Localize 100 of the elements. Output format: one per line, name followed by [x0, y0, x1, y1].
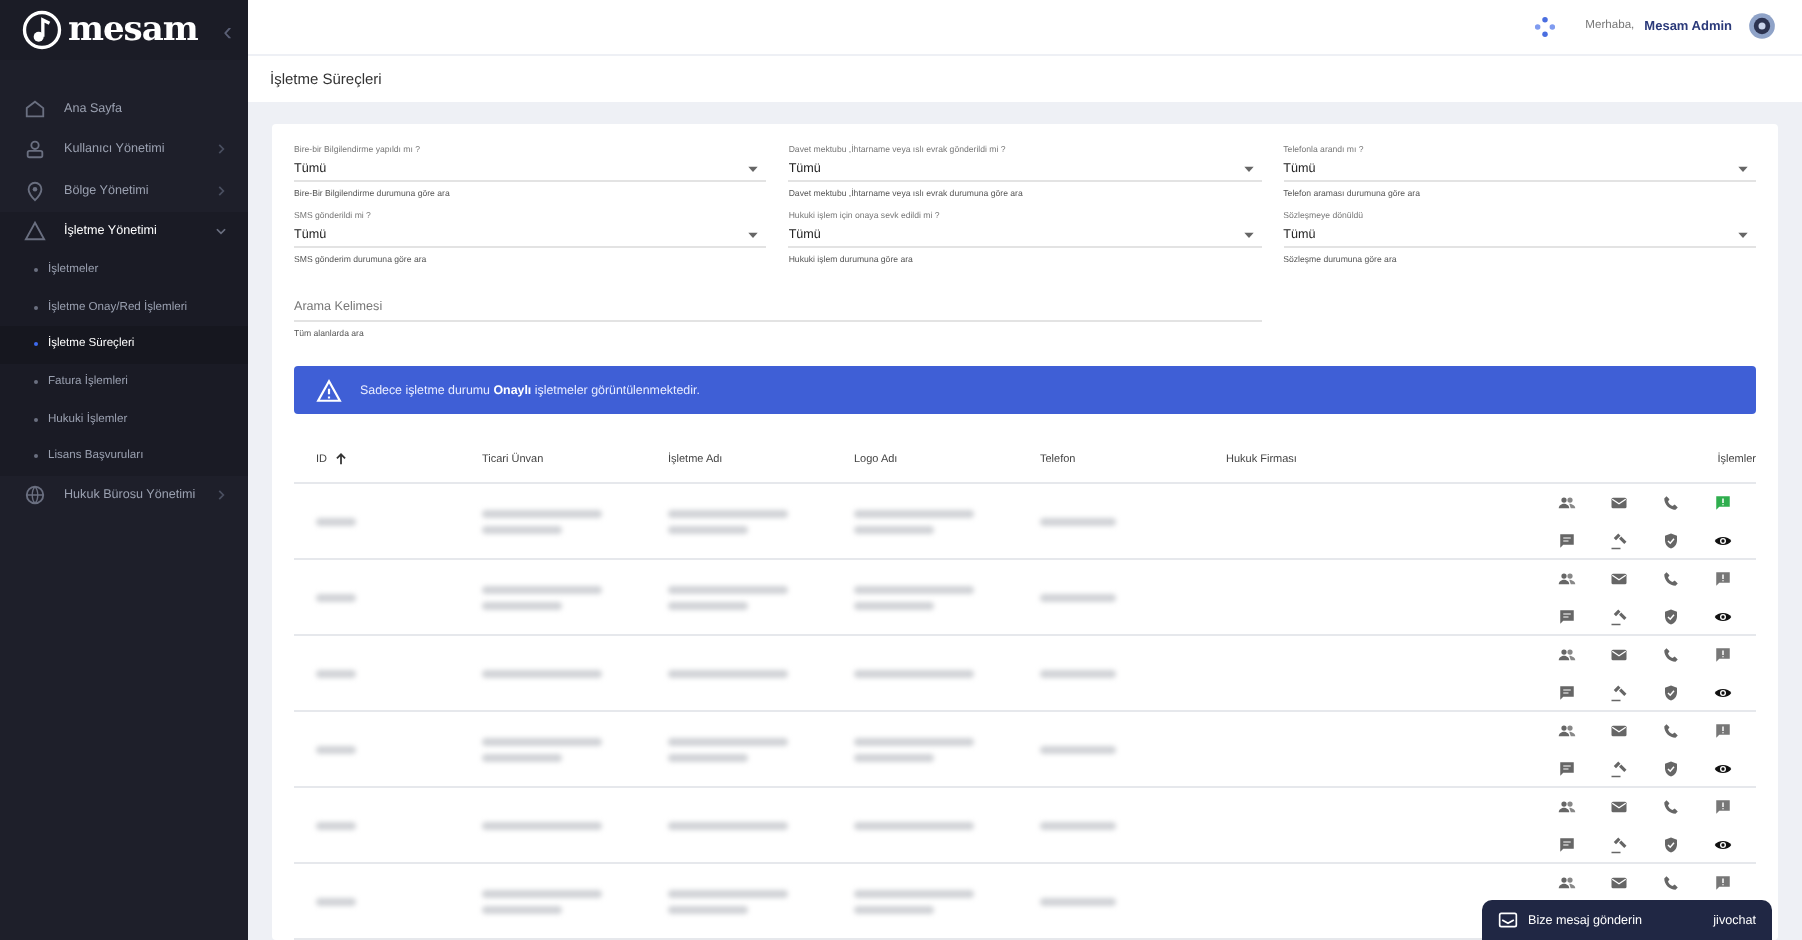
blurred-text: [316, 669, 356, 677]
avatar-icon: [1748, 12, 1776, 41]
blurred-text: [854, 821, 974, 829]
blurred-text: [854, 889, 974, 897]
up-arrow-icon: [333, 452, 347, 466]
blurred-text: [482, 821, 602, 829]
mail-icon[interactable]: [1609, 722, 1627, 740]
blurred-text: [668, 753, 748, 761]
people-icon[interactable]: [1557, 722, 1575, 740]
gavel-icon[interactable]: [1609, 608, 1627, 626]
people-icon[interactable]: [1557, 494, 1575, 512]
eye-icon[interactable]: [1713, 684, 1731, 702]
user-icon: [24, 138, 46, 161]
gavel-icon[interactable]: [1609, 532, 1627, 550]
mail-icon[interactable]: [1609, 798, 1627, 816]
chat-icon[interactable]: [1557, 760, 1575, 778]
blurred-text: [854, 509, 974, 517]
blurred-text: [854, 905, 934, 913]
phone-icon[interactable]: [1661, 646, 1679, 664]
feedback-icon[interactable]: [1713, 570, 1731, 588]
blurred-text: [482, 753, 562, 761]
shield-icon[interactable]: [1661, 608, 1679, 626]
people-icon[interactable]: [1557, 570, 1575, 588]
blurred-text: [482, 601, 562, 609]
blurred-text: [482, 737, 602, 745]
blurred-text: [1040, 517, 1116, 525]
mail-icon[interactable]: [1609, 874, 1627, 892]
feedback-icon[interactable]: [1713, 722, 1731, 740]
chevron-right-icon: [214, 142, 228, 157]
blurred-text: [482, 525, 562, 533]
mail-icon[interactable]: [1609, 570, 1627, 588]
dropdown-arrow-icon: [746, 227, 761, 241]
message-icon: [1498, 910, 1518, 930]
blurred-text: [1040, 745, 1116, 753]
blurred-text: [854, 601, 934, 609]
blurred-text: [316, 517, 356, 525]
blurred-text: [668, 889, 788, 897]
blurred-text: [854, 585, 974, 593]
chat-icon[interactable]: [1557, 684, 1575, 702]
eye-icon[interactable]: [1713, 836, 1731, 854]
blurred-text: [482, 669, 602, 677]
blurred-text: [668, 525, 748, 533]
dropdown-arrow-icon: [1241, 161, 1256, 175]
phone-icon[interactable]: [1661, 722, 1679, 740]
eye-icon[interactable]: [1713, 760, 1731, 778]
eye-icon[interactable]: [1713, 532, 1731, 550]
dropdown-arrow-icon: [1735, 161, 1750, 175]
blurred-text: [482, 509, 602, 517]
people-icon[interactable]: [1557, 874, 1575, 892]
chat-icon[interactable]: [1557, 532, 1575, 550]
people-icon[interactable]: [1557, 646, 1575, 664]
dropdown-arrow-icon: [1735, 227, 1750, 241]
blurred-text: [316, 897, 356, 905]
blurred-text: [668, 669, 788, 677]
logo-text: mesam: [68, 10, 198, 50]
mail-icon[interactable]: [1609, 646, 1627, 664]
blurred-text: [316, 593, 356, 601]
feedback-icon[interactable]: [1713, 646, 1731, 664]
chevron-down-icon: [214, 224, 228, 239]
phone-icon[interactable]: [1661, 874, 1679, 892]
shield-icon[interactable]: [1661, 760, 1679, 778]
blurred-text: [1040, 669, 1116, 677]
chat-icon[interactable]: [1557, 608, 1575, 626]
phone-icon[interactable]: [1661, 494, 1679, 512]
globe-icon: [24, 484, 46, 507]
warning-triangle-icon: [24, 220, 46, 243]
blurred-text: [854, 669, 974, 677]
feedback-icon[interactable]: [1713, 494, 1731, 512]
phone-icon[interactable]: [1661, 798, 1679, 816]
warning-icon: [316, 377, 342, 403]
blurred-text: [668, 737, 788, 745]
blurred-text: [668, 601, 748, 609]
blurred-text: [482, 889, 602, 897]
chat-icon[interactable]: [1557, 836, 1575, 854]
people-icon[interactable]: [1557, 798, 1575, 816]
blurred-text: [668, 905, 748, 913]
blurred-text: [482, 905, 562, 913]
blurred-text: [668, 821, 788, 829]
gavel-icon[interactable]: [1609, 684, 1627, 702]
eye-icon[interactable]: [1713, 608, 1731, 626]
shield-icon[interactable]: [1661, 532, 1679, 550]
music-note-logo-icon: [22, 10, 62, 50]
mail-icon[interactable]: [1609, 494, 1627, 512]
blurred-text: [316, 745, 356, 753]
feedback-icon[interactable]: [1713, 874, 1731, 892]
phone-icon[interactable]: [1661, 570, 1679, 588]
feedback-icon[interactable]: [1713, 798, 1731, 816]
gavel-icon[interactable]: [1609, 760, 1627, 778]
shield-icon[interactable]: [1661, 836, 1679, 854]
gavel-icon[interactable]: [1609, 836, 1627, 854]
blurred-text: [1040, 897, 1116, 905]
dropdown-arrow-icon: [1241, 227, 1256, 241]
home-icon: [24, 97, 46, 120]
blurred-text: [854, 525, 934, 533]
dropdown-arrow-icon: [746, 161, 761, 175]
blurred-text: [668, 585, 788, 593]
blurred-text: [316, 821, 356, 829]
blurred-text: [482, 585, 602, 593]
shield-icon[interactable]: [1661, 684, 1679, 702]
chevron-right-icon: [214, 488, 228, 503]
